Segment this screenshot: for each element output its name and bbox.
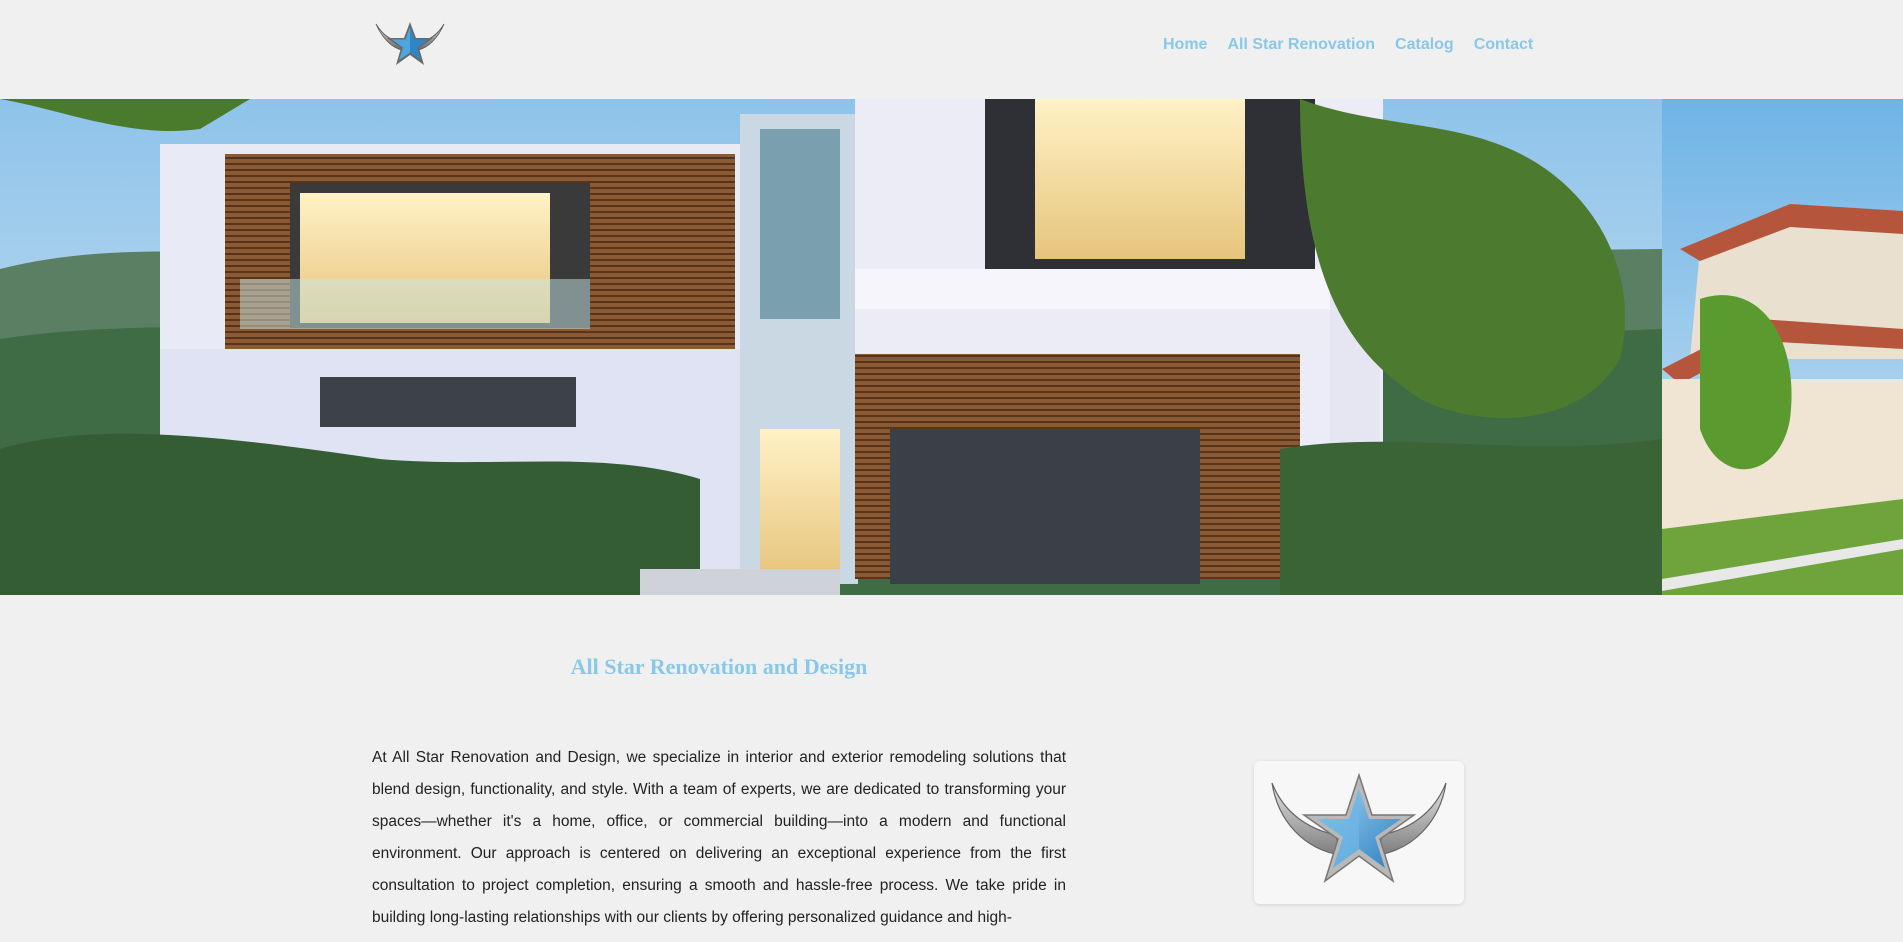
- nav-all-star-renovation[interactable]: All Star Renovation: [1227, 36, 1375, 54]
- intro-paragraph: At All Star Renovation and Design, we sp…: [372, 749, 1066, 926]
- winged-star-logo-icon[interactable]: [372, 18, 448, 72]
- main-nav: Home All Star Renovation Catalog Contact: [1163, 36, 1553, 54]
- page-title: All Star Renovation and Design: [570, 654, 868, 679]
- winged-star-logo-icon: [1271, 772, 1447, 883]
- site-header: Home All Star Renovation Catalog Contact: [0, 0, 1903, 99]
- nav-catalog[interactable]: Catalog: [1395, 36, 1454, 54]
- nav-contact[interactable]: Contact: [1474, 36, 1534, 54]
- modern-house-hero-image: [0, 99, 1903, 595]
- logo-card: [1254, 761, 1464, 904]
- nav-home[interactable]: Home: [1163, 36, 1207, 54]
